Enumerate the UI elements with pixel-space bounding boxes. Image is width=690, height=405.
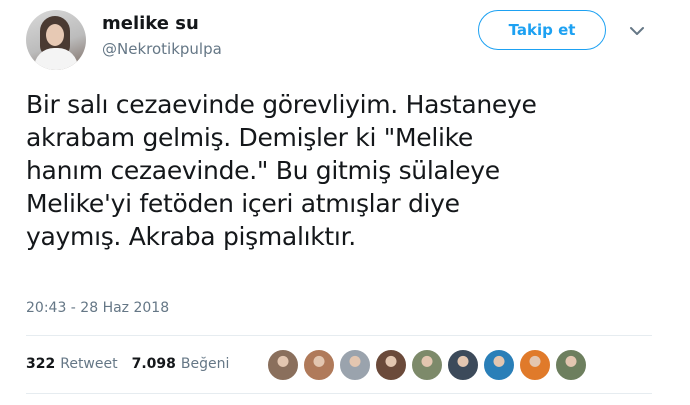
tweet-text: Bir salı cezaevinde görevliyim. Hastaney…: [26, 90, 537, 251]
display-name[interactable]: melike su: [102, 12, 222, 36]
avatar[interactable]: [26, 10, 86, 70]
liker-avatar[interactable]: [482, 348, 516, 382]
liker-avatar[interactable]: [374, 348, 408, 382]
user-names: melike su @Nekrotikpulpa: [102, 12, 222, 60]
follow-button[interactable]: Takip et: [478, 10, 606, 50]
like-count: 7.098: [131, 356, 176, 372]
divider-top: [26, 335, 652, 336]
liker-avatars: [266, 348, 590, 382]
like-stat[interactable]: 7.098 Beğeni: [132, 356, 230, 372]
liker-avatar[interactable]: [446, 348, 480, 382]
liker-avatar[interactable]: [554, 348, 588, 382]
retweet-count: 322: [26, 356, 56, 372]
avatar-face: [46, 24, 64, 46]
user-handle[interactable]: @Nekrotikpulpa: [102, 38, 222, 60]
liker-avatar[interactable]: [266, 348, 300, 382]
tweet-timestamp[interactable]: 20:43 - 28 Haz 2018: [26, 300, 169, 316]
divider-bottom: [26, 393, 652, 394]
chevron-down-icon[interactable]: [628, 22, 646, 40]
liker-avatar[interactable]: [518, 348, 552, 382]
retweet-label: Retweet: [60, 356, 118, 372]
tweet-header: melike su @Nekrotikpulpa Takip et: [26, 10, 666, 70]
tweet-stats: 322 Retweet 7.098 Beğeni: [26, 352, 243, 376]
liker-avatar[interactable]: [338, 348, 372, 382]
retweet-stat[interactable]: 322 Retweet: [26, 356, 118, 372]
liker-avatar[interactable]: [410, 348, 444, 382]
like-label: Beğeni: [180, 356, 230, 372]
liker-avatar[interactable]: [302, 348, 336, 382]
